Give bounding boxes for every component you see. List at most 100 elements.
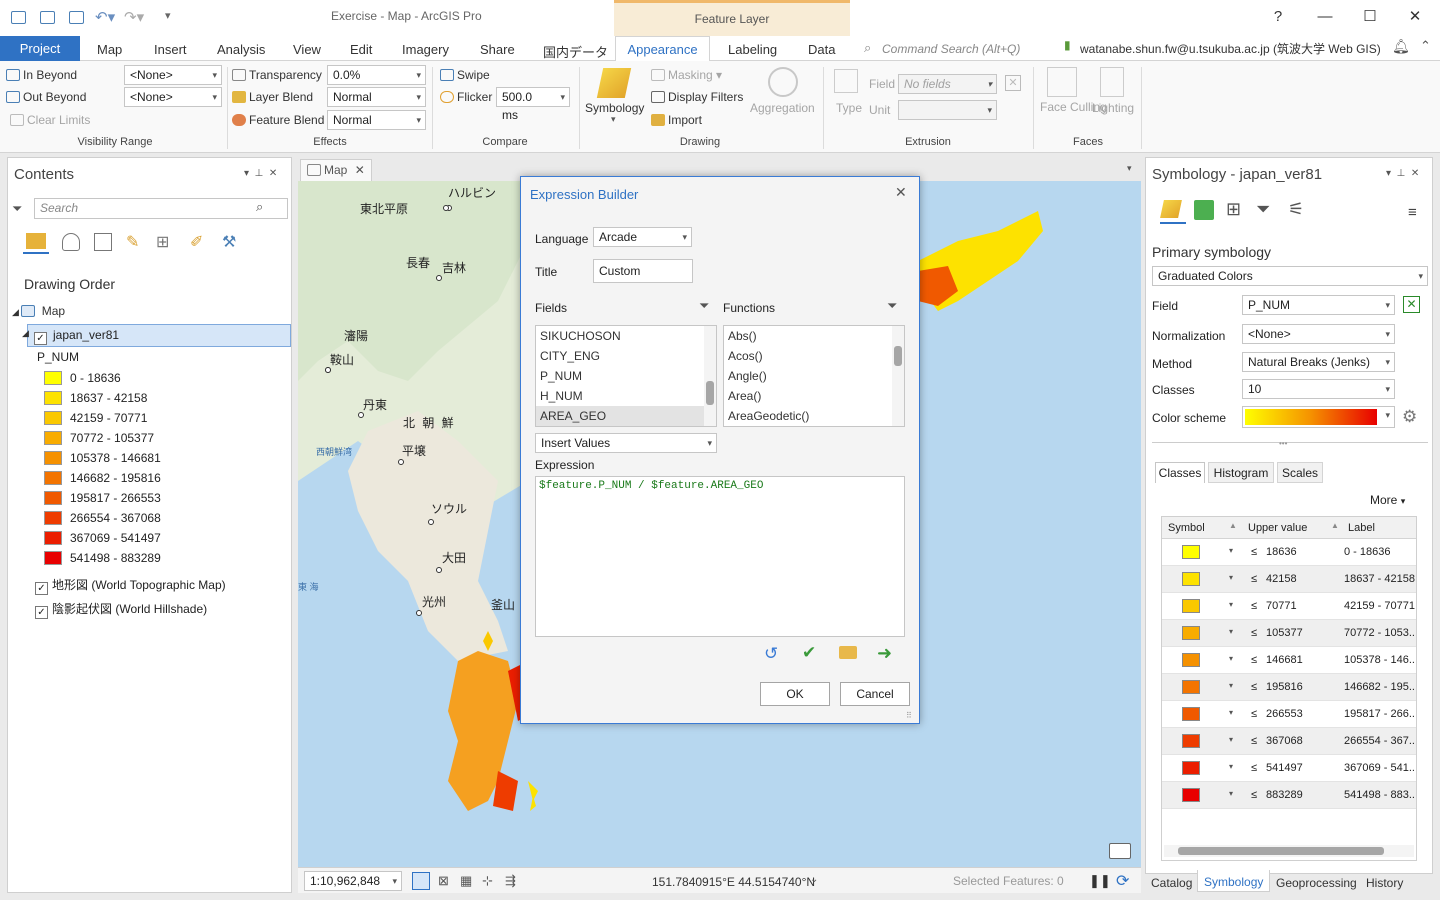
field-list-item[interactable]: CITY_ENG [536,346,716,366]
class-upper-value[interactable]: 70771 [1266,600,1297,612]
out-beyond-select[interactable]: <None> [124,87,222,107]
class-upper-value[interactable]: 18636 [1266,546,1297,558]
map-node[interactable]: ◢ Map [12,304,65,318]
color-scheme-select[interactable]: ▾ [1242,406,1395,428]
class-symbol-swatch[interactable] [1182,626,1200,640]
tab-catalog[interactable]: Catalog [1151,876,1192,890]
out-beyond-button[interactable]: Out Beyond [6,90,86,104]
help-button[interactable]: ? [1263,6,1293,28]
list-by-snapping-icon[interactable]: ⊞ [156,232,169,252]
symbol-dropdown-icon[interactable]: ▾ [1229,735,1233,744]
method-select[interactable]: Natural Breaks (Jenks) [1242,352,1395,372]
close-window-button[interactable]: ✕ [1400,6,1430,28]
lighting-button[interactable]: Lighting [1092,101,1134,115]
color-scheme-settings-gear-icon[interactable]: ⚙ [1402,407,1417,427]
legend-class-row[interactable]: 541498 - 883289 [44,548,161,568]
display-filters-button[interactable]: Display Filters [651,90,743,104]
class-symbol-swatch[interactable] [1182,761,1200,775]
class-table-row[interactable]: ▾ ≤146681 105378 - 146... [1162,647,1416,674]
class-upper-value[interactable]: 367068 [1266,735,1303,747]
dialog-close-button[interactable]: ✕ [895,184,907,201]
extrusion-type-button[interactable]: Type [836,101,862,115]
sort-icon[interactable]: ▲ [1229,521,1237,530]
pane-options-icon[interactable]: ▾ ⊥ ✕ [1386,168,1419,179]
tab-geoprocessing[interactable]: Geoprocessing [1276,876,1357,890]
class-symbol-swatch[interactable] [1182,707,1200,721]
tab-project[interactable]: Project [0,36,80,61]
map-table-icon[interactable] [1109,843,1131,859]
in-beyond-select[interactable]: <None> [124,65,222,85]
symbol-dropdown-icon[interactable]: ▾ [1229,546,1233,555]
field-select[interactable]: P_NUM [1242,295,1395,315]
vary-symbology-icon[interactable] [1194,200,1214,220]
class-label[interactable]: 70772 - 1053... [1344,627,1416,639]
export-expression-icon[interactable]: ➜ [877,643,892,664]
class-label[interactable]: 367069 - 541... [1344,762,1416,774]
class-symbol-swatch[interactable] [1182,545,1200,559]
layer-blend-select[interactable]: Normal [327,87,426,107]
tab-scales[interactable]: Scales [1277,462,1323,483]
advanced-symbology-icon[interactable]: ⚟ [1288,199,1304,220]
class-label[interactable]: 0 - 18636 [1344,546,1390,558]
tab-histogram[interactable]: Histogram [1208,462,1274,483]
contents-search-input[interactable]: Search [34,198,288,219]
verify-expression-icon[interactable]: ✔ [802,643,816,663]
class-upper-value[interactable]: 42158 [1266,573,1297,585]
close-icon[interactable]: ✕ [355,163,365,177]
ok-button[interactable]: OK [760,682,830,706]
class-table-row[interactable]: ▾ ≤105377 70772 - 1053... [1162,620,1416,647]
table-scrollbar[interactable] [1164,845,1414,857]
language-select[interactable]: Arcade [593,227,692,247]
renderer-select[interactable]: Graduated Colors [1152,266,1428,286]
symbol-dropdown-icon[interactable]: ▾ [1229,789,1233,798]
list-by-selection-icon[interactable] [94,233,112,251]
grid-icon[interactable]: ⊠ [438,873,449,889]
classes-select[interactable]: 10 [1242,379,1395,399]
functions-filter-icon[interactable]: ⏷ [887,298,897,314]
legend-swatch[interactable] [44,491,62,505]
legend-class-row[interactable]: 70772 - 105377 [44,428,154,448]
tab-view[interactable]: View [293,42,321,57]
tab-edit[interactable]: Edit [350,42,372,57]
symbology-dropdown-icon[interactable]: ▾ [611,114,616,125]
col-symbol-header[interactable]: Symbol [1168,522,1205,534]
insert-values-select[interactable]: Insert Values [535,433,717,453]
functions-scrollbar[interactable] [892,326,904,426]
legend-class-row[interactable]: 0 - 18636 [44,368,121,388]
class-symbol-swatch[interactable] [1182,788,1200,802]
coordinate-format-dropdown-icon[interactable]: ⌄ [810,874,818,885]
open-project-icon[interactable] [40,11,55,24]
field-list-item[interactable]: H_NUM [536,386,716,406]
class-table-row[interactable]: ▾ ≤266553 195817 - 266... [1162,701,1416,728]
user-account[interactable]: watanabe.shun.fw@u.tsukuba.ac.jp (筑波大学 W… [1080,40,1381,57]
feature-blend-select[interactable]: Normal [327,110,426,130]
col-label-header[interactable]: Label [1348,522,1375,534]
class-upper-value[interactable]: 883289 [1266,789,1303,801]
tab-appearance[interactable]: Appearance [615,36,710,62]
layer-name[interactable]: japan_ver81 [53,328,119,342]
title-input[interactable]: Custom [593,259,693,283]
class-label[interactable]: 105378 - 146... [1344,654,1416,666]
function-list-item[interactable]: AreaGeodetic() [724,406,904,426]
list-by-perspective-icon[interactable]: ⚒ [222,232,236,252]
resize-grip-icon[interactable]: ⠿ [906,711,912,720]
class-upper-value[interactable]: 105377 [1266,627,1303,639]
legend-class-row[interactable]: 42159 - 70771 [44,408,147,428]
class-label[interactable]: 42159 - 70771 [1344,600,1415,612]
function-list-item[interactable]: Acos() [724,346,904,366]
layer-visibility-checkbox[interactable]: ✓ [34,328,51,345]
search-icon[interactable]: ⌕ [256,199,263,215]
pause-icon[interactable]: ❚❚ [1089,873,1111,889]
class-upper-value[interactable]: 146681 [1266,654,1303,666]
class-table-row[interactable]: ▾ ≤195816 146682 - 195... [1162,674,1416,701]
legend-swatch[interactable] [44,531,62,545]
field-list-item[interactable]: SIKUCHOSON [536,326,716,346]
symbology-button[interactable]: Symbology [585,101,644,115]
more-menu-button[interactable]: More ▾ [1370,493,1405,507]
list-by-editing-icon[interactable]: ✎ [126,232,139,252]
field-list-item[interactable]: AREA_GEO [536,406,716,426]
list-by-source-icon[interactable] [62,233,80,251]
symbol-dropdown-icon[interactable]: ▾ [1229,762,1233,771]
flicker-button[interactable]: Flicker [440,90,492,104]
primary-symbology-tab-icon[interactable] [1160,198,1186,224]
